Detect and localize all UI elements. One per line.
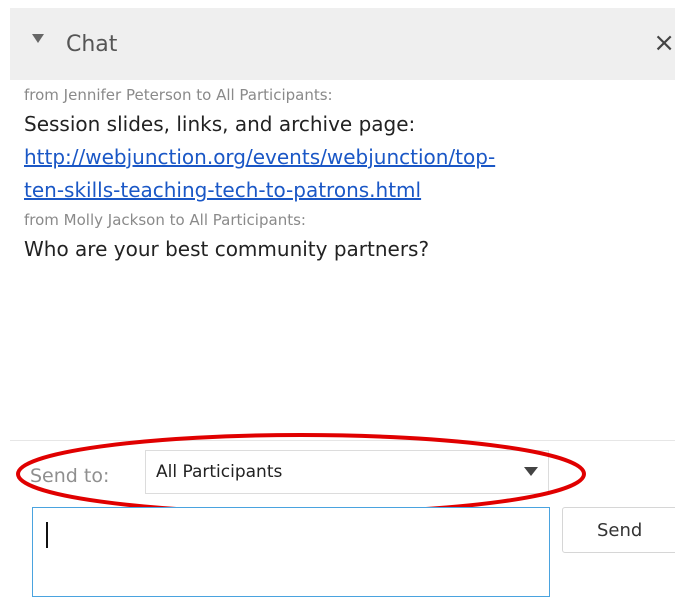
chat-title: Chat [66,32,118,57]
message-sender: from Molly Jackson to All Participants: [24,211,306,229]
send-button[interactable]: Send [562,507,675,553]
send-to-selected-value: All Participants [156,462,283,482]
send-to-label: Send to: [30,465,110,487]
chevron-down-icon [524,467,538,476]
send-to-dropdown[interactable]: All Participants [145,450,549,494]
close-icon[interactable]: × [653,28,675,58]
message-sender: from Jennifer Peterson to All Participan… [24,86,333,104]
message-text: Session slides, links, and archive page: [24,112,416,136]
message-2: from Molly Jackson to All Participants: … [24,207,664,266]
message-list: from Jennifer Peterson to All Participan… [24,82,664,266]
text-cursor [46,522,48,548]
chat-panel: Chat × from Jennifer Peterson to All Par… [0,0,675,601]
message-text: Who are your best community partners? [24,237,430,261]
divider [10,440,675,441]
triangle-down-icon[interactable] [32,34,44,43]
send-button-label: Send [597,520,643,541]
message-link-line-1[interactable]: http://webjunction.org/events/webjunctio… [24,141,664,174]
message-1: from Jennifer Peterson to All Participan… [24,82,664,207]
message-link-line-2[interactable]: ten-skills-teaching-tech-to-patrons.html [24,174,664,207]
message-input[interactable] [32,507,550,597]
chat-header[interactable]: Chat × [10,8,675,80]
